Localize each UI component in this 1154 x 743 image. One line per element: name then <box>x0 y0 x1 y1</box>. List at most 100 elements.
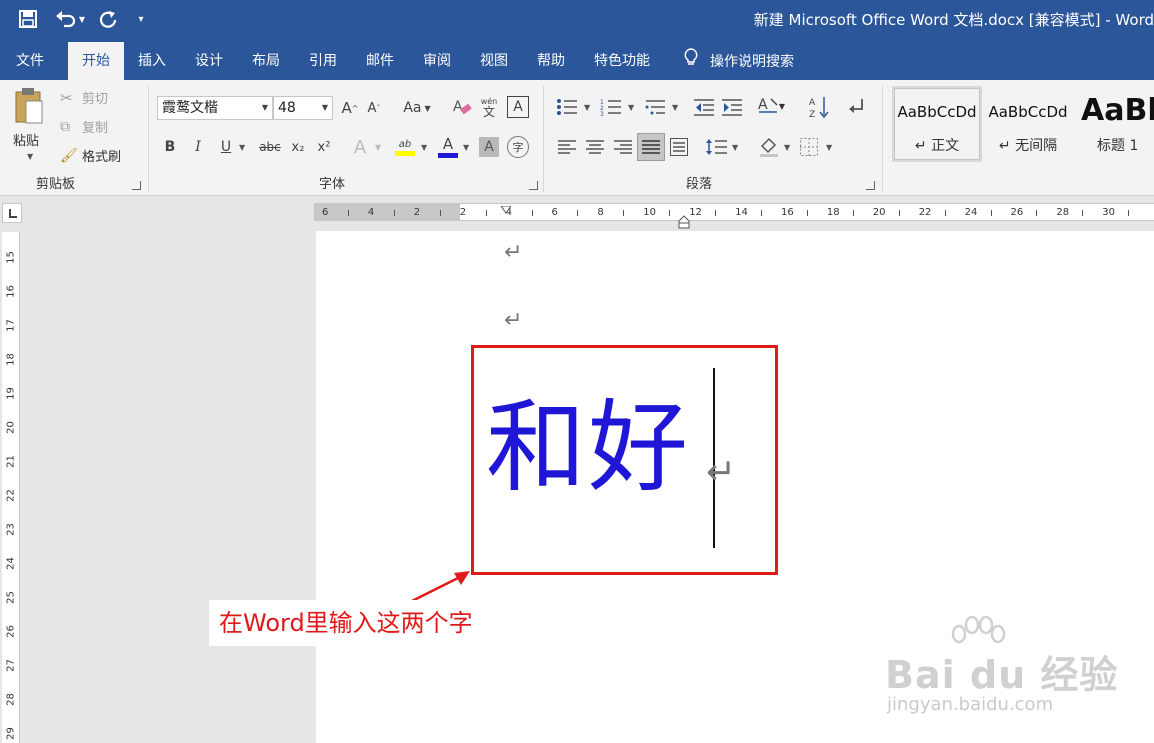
tab-mailings[interactable]: 邮件 <box>352 42 408 80</box>
format-painter-button[interactable]: 🖌 格式刷 <box>60 146 121 166</box>
style-heading-1[interactable]: AaBb 标题 1 <box>1076 88 1154 160</box>
ruler-tick-label: 16 <box>5 285 17 298</box>
tab-selector-icon[interactable] <box>2 203 22 223</box>
paragraph-launcher-icon[interactable] <box>866 181 875 190</box>
justify-icon[interactable] <box>637 133 665 161</box>
tab-insert[interactable]: 插入 <box>124 42 180 80</box>
ruler-tick-label: 2 <box>413 207 421 218</box>
line-spacing-dropdown-icon[interactable]: ▼ <box>732 143 738 152</box>
align-left-icon[interactable] <box>556 136 578 158</box>
ruler-tick-label: 19 <box>5 387 17 400</box>
tab-home[interactable]: 开始 <box>68 42 124 80</box>
enclose-characters-icon[interactable]: 字 <box>507 136 529 158</box>
highlight-color-icon[interactable]: ab <box>393 134 417 160</box>
increase-indent-icon[interactable] <box>720 96 744 118</box>
numbering-dropdown-icon[interactable]: ▼ <box>628 103 634 112</box>
customize-icon[interactable]: ▾ <box>132 6 150 32</box>
change-case-icon[interactable]: Aa ▼ <box>399 98 435 118</box>
ruler-tick-label: 27 <box>5 659 17 672</box>
superscript-button[interactable]: x² <box>313 136 335 158</box>
annotation-label: 在Word里输入这两个字 <box>209 600 518 646</box>
multilevel-dropdown-icon[interactable]: ▼ <box>672 103 678 112</box>
ruler-tick-mark <box>1082 210 1084 216</box>
ruler-tick-label: 17 <box>5 319 17 332</box>
ruler-tick-mark <box>990 210 992 216</box>
strikethrough-button[interactable]: abc <box>257 136 283 158</box>
underline-button[interactable]: U <box>215 136 237 158</box>
character-border-icon[interactable]: A <box>507 96 529 118</box>
tab-design[interactable]: 设计 <box>181 42 237 80</box>
chinese-layout-icon[interactable]: A ▼ <box>756 94 786 118</box>
ruler-tick-label: 24 <box>5 557 17 570</box>
clipboard-launcher-icon[interactable] <box>132 181 141 190</box>
ruler-tick-label: 29 <box>5 727 17 740</box>
text-effects-icon[interactable]: A <box>349 136 371 158</box>
show-marks-icon[interactable] <box>844 94 868 120</box>
paste-button[interactable]: 粘贴 <box>13 130 39 149</box>
copy-button[interactable]: ⧉ 复制 <box>60 117 108 137</box>
align-center-icon[interactable] <box>584 136 606 158</box>
tell-me-search[interactable]: 操作说明搜索 <box>684 42 794 80</box>
vertical-ruler[interactable]: 15 16 17 18 19 20 21 22 23 24 25 26 27 28 29 <box>2 232 20 743</box>
italic-button[interactable]: I <box>187 136 209 158</box>
multilevel-list-icon[interactable] <box>642 96 668 118</box>
svg-text:A: A <box>758 97 768 113</box>
font-launcher-icon[interactable] <box>529 181 538 190</box>
shading-dropdown-icon[interactable]: ▼ <box>784 143 790 152</box>
font-color-dropdown-icon[interactable]: ▼ <box>463 143 469 152</box>
undo-icon[interactable]: ▼ <box>50 6 90 32</box>
watermark-url: jingyan.baidu.com <box>887 694 1054 715</box>
grow-font-icon[interactable]: A ^ <box>339 98 361 118</box>
redo-icon[interactable] <box>96 6 120 32</box>
tab-references[interactable]: 引用 <box>295 42 351 80</box>
style-normal[interactable]: AaBbCcDd ↵ 正文 <box>892 86 982 162</box>
font-color-icon[interactable]: A <box>437 134 459 160</box>
shrink-font-icon[interactable]: Aˇ <box>363 98 385 118</box>
font-group-label: 字体 <box>319 177 346 192</box>
tell-me-label: 操作说明搜索 <box>710 54 794 70</box>
distributed-icon[interactable] <box>668 136 690 158</box>
highlight-dropdown-icon[interactable]: ▼ <box>421 143 427 152</box>
borders-dropdown-icon[interactable]: ▼ <box>826 143 832 152</box>
sort-icon[interactable]: AZ <box>808 94 830 120</box>
left-indent-marker[interactable] <box>678 214 690 229</box>
horizontal-ruler[interactable]: 6 4 2 2 4 6 8 10 12 14 16 18 20 22 24 26 28 30 <box>314 203 1154 229</box>
styles-gallery: AaBbCcDd ↵ 正文 AaBbCcDd ↵ 无间隔 AaBb 标题 1 <box>890 80 1154 196</box>
bold-button[interactable]: B <box>159 136 181 158</box>
save-icon[interactable] <box>14 6 42 32</box>
text-effects-dropdown-icon[interactable]: ▼ <box>375 143 381 152</box>
first-line-indent-marker[interactable] <box>500 199 512 214</box>
decrease-indent-icon[interactable] <box>692 96 716 118</box>
align-right-icon[interactable] <box>612 136 634 158</box>
ruler-tick-mark <box>531 210 533 216</box>
phonetic-guide-icon[interactable]: wén 文 <box>477 94 501 120</box>
font-name-select[interactable]: 霞鹜文楷 ▼ <box>157 96 273 120</box>
subscript-button[interactable]: x₂ <box>287 136 309 158</box>
font-size-select[interactable]: 48 ▼ <box>273 96 333 120</box>
ruler-tick-mark <box>761 210 763 216</box>
borders-icon[interactable] <box>798 136 820 158</box>
tab-special-features[interactable]: 特色功能 <box>580 42 664 80</box>
underline-dropdown-icon[interactable]: ▼ <box>239 143 245 152</box>
tab-help[interactable]: 帮助 <box>523 42 579 80</box>
character-shading-icon[interactable]: A <box>479 137 499 157</box>
paste-icon[interactable] <box>12 86 46 126</box>
tab-review[interactable]: 审阅 <box>409 42 465 80</box>
line-spacing-icon[interactable] <box>704 136 728 158</box>
shading-icon[interactable] <box>756 134 782 160</box>
typed-text[interactable]: 和好 <box>486 388 690 508</box>
ruler-tick-label: 26 <box>1010 207 1024 218</box>
numbering-icon[interactable]: 123 <box>598 96 624 118</box>
bullets-icon[interactable] <box>554 96 580 118</box>
tab-file[interactable]: 文件 <box>2 42 58 80</box>
ruler-tick-mark <box>715 210 717 216</box>
style-name: 标题 1 <box>1097 138 1139 154</box>
paste-dropdown-icon[interactable]: ▼ <box>27 152 33 161</box>
cut-button[interactable]: ✂ 剪切 <box>60 88 108 108</box>
bullets-dropdown-icon[interactable]: ▼ <box>584 103 590 112</box>
clear-formatting-icon[interactable]: A <box>451 96 473 118</box>
tab-layout[interactable]: 布局 <box>238 42 294 80</box>
tab-view[interactable]: 视图 <box>466 42 522 80</box>
style-no-spacing[interactable]: AaBbCcDd ↵ 无间隔 <box>984 88 1072 160</box>
title-bar: ▼ ▾ 新建 Microsoft Office Word 文档.docx [兼容… <box>0 0 1154 38</box>
